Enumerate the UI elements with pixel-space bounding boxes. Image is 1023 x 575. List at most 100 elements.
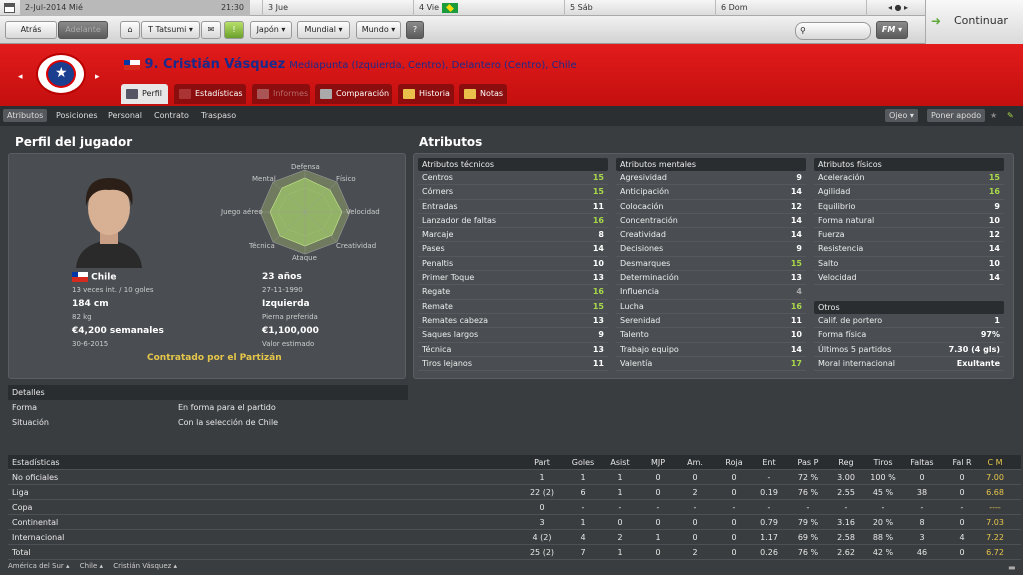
attribute-row[interactable]: Resistencia 14	[814, 242, 1004, 257]
back-button[interactable]: Atrás	[5, 21, 57, 39]
attribute-row[interactable]: Regate 16	[418, 285, 608, 300]
club-badge[interactable]	[36, 53, 86, 95]
subnav-posiciones[interactable]: Posiciones	[56, 111, 98, 120]
attribute-row[interactable]: Tiros lejanos 11	[418, 357, 608, 372]
attribute-row[interactable]: Córners 15	[418, 185, 608, 200]
stats-row[interactable]: Continental 3 1 0 0 0 0 0.79 79 % 3.16 20 % 8 0 7.03	[8, 515, 1021, 530]
attribute-row[interactable]: Creatividad 14	[616, 228, 806, 243]
nationality[interactable]: Chile	[72, 272, 116, 283]
notification-icon[interactable]: !	[224, 21, 244, 39]
tab-notas[interactable]: Notas	[459, 84, 507, 104]
day-5[interactable]: 5 Sáb	[564, 0, 714, 16]
stats-row[interactable]: Total 25 (2) 7 1 0 2 0 0.26 76 % 2.62 42 % 46 0 6.72	[8, 545, 1021, 560]
attribute-row[interactable]: Anticipación 14	[616, 185, 806, 200]
attribute-row[interactable]: Pases 14	[418, 242, 608, 257]
chat-icon[interactable]: ▬	[1008, 563, 1016, 572]
breadcrumb-region[interactable]: América del Sur ▴	[8, 562, 70, 570]
breadcrumb-player[interactable]: Cristián Vásquez ▴	[113, 562, 177, 570]
prev-player-icon[interactable]: ◂	[18, 72, 23, 82]
attribute-row[interactable]: Últimos 5 partidos 7.30 (4 gls)	[814, 343, 1004, 357]
home-icon[interactable]: ⌂	[120, 21, 140, 39]
tab-comparacion[interactable]: Comparación	[315, 84, 392, 104]
help-button[interactable]: ?	[406, 21, 424, 39]
attribute-row[interactable]: Determinación 13	[616, 271, 806, 286]
attribute-row[interactable]: Forma natural 10	[814, 214, 1004, 229]
stats-row[interactable]: Internacional 4 (2) 4 2 1 0 0 1.17 69 % 2.58 88 % 3…	[8, 530, 1021, 545]
star-icon[interactable]: ★	[990, 111, 997, 120]
attribute-row[interactable]: Técnica 13	[418, 343, 608, 357]
day-6[interactable]: 6 Dom	[715, 0, 865, 16]
attribute-row[interactable]: Fuerza 12	[814, 228, 1004, 243]
attribute-row[interactable]: Talento 10	[616, 328, 806, 343]
subnav-traspaso[interactable]: Traspaso	[201, 111, 236, 120]
forward-button[interactable]: Adelante	[58, 21, 108, 39]
mundo-menu[interactable]: Mundo ▾	[356, 21, 401, 39]
search-input[interactable]: ⚲	[795, 22, 871, 40]
breadcrumb-nation[interactable]: Chile ▴	[80, 562, 103, 570]
attribute-name: Tiros lejanos	[422, 358, 472, 368]
contract-status[interactable]: Contratado por el Partizán	[147, 353, 282, 363]
attribute-row[interactable]: Aceleración 15	[814, 171, 1004, 186]
nickname-button[interactable]: Poner apodo	[927, 109, 986, 122]
attribute-name: Resistencia	[818, 244, 864, 254]
attribute-row[interactable]: Colocación 12	[616, 200, 806, 214]
attribute-row[interactable]: Saques largos 9	[418, 328, 608, 343]
calendar-nav[interactable]: ◂ ● ▸	[866, 0, 924, 16]
attribute-row[interactable]: Agresividad 9	[616, 171, 806, 186]
next-player-icon[interactable]: ▸	[95, 72, 100, 82]
stats-cell: 7.22	[986, 533, 1004, 542]
subnav-atributos[interactable]: Atributos	[3, 109, 48, 122]
attribute-row[interactable]: Lanzador de faltas 16	[418, 214, 608, 229]
fm-menu[interactable]: FM ▾	[876, 21, 908, 39]
stats-cell: 1	[580, 518, 586, 527]
other-attributes: Otros Calif. de portero 1 Forma física 97% Úl…	[814, 301, 1004, 372]
scout-menu[interactable]: Ojeo ▾	[885, 109, 918, 122]
stats-cell: 7.00	[986, 473, 1004, 482]
attribute-row[interactable]: Decisiones 9	[616, 242, 806, 257]
world-cup-menu[interactable]: Mundial ▾	[297, 21, 350, 39]
tab-perfil[interactable]: Perfil	[121, 84, 168, 104]
attribute-row[interactable]: Forma física 97%	[814, 328, 1004, 343]
attribute-row[interactable]: Lucha 16	[616, 300, 806, 314]
continue-button[interactable]: ➜ Continuar	[925, 0, 1023, 44]
attribute-row[interactable]: Moral internacional Exultante	[814, 357, 1004, 372]
attribute-row[interactable]: Salto 10	[814, 257, 1004, 272]
attribute-row[interactable]: Centros 15	[418, 171, 608, 186]
attribute-value: 8	[598, 230, 604, 240]
manager-menu[interactable]: T Tatsumi ▾	[141, 21, 200, 39]
mail-icon[interactable]: ✉	[201, 21, 221, 39]
attribute-row[interactable]: Remate 15	[418, 300, 608, 314]
tab-historia[interactable]: Historia	[398, 84, 454, 104]
edit-icon[interactable]: ✎	[1007, 111, 1014, 120]
attribute-row[interactable]: Valentía 17	[616, 357, 806, 372]
attribute-row[interactable]: Concentración 14	[616, 214, 806, 229]
attribute-row[interactable]: Primer Toque 13	[418, 271, 608, 286]
subnav-contrato[interactable]: Contrato	[154, 111, 189, 120]
attribute-row[interactable]: Entradas 11	[418, 200, 608, 214]
attribute-row[interactable]: Desmarques 15	[616, 257, 806, 272]
stats-row[interactable]: Copa 0- - - - - - - - - - - ----	[8, 500, 1021, 515]
subnav-personal[interactable]: Personal	[108, 111, 142, 120]
stats-row[interactable]: No oficiales 1 1 1 0 0 0-72 % 3.00 100 % 0 0 7.00	[8, 470, 1021, 485]
current-date[interactable]: 2-Jul-2014 Mié 21:30	[20, 0, 250, 16]
tab-estadisticas[interactable]: Estadísticas	[174, 84, 246, 104]
tab-informes[interactable]: Informes	[252, 84, 310, 104]
stats-column-header: Asist	[610, 458, 630, 467]
attribute-row[interactable]: Penaltis 10	[418, 257, 608, 272]
stats-row[interactable]: Liga 22 (2) 6 1 0 2 0 0.19 76 % 2.55 45 % 38 0 6.68	[8, 485, 1021, 500]
attribute-row[interactable]: Calif. de portero 1	[814, 314, 1004, 329]
attribute-row[interactable]: Marcaje 8	[418, 228, 608, 243]
japan-menu[interactable]: Japón ▾	[250, 21, 292, 39]
attribute-row[interactable]: Velocidad 14	[814, 271, 1004, 286]
calendar-icon[interactable]	[4, 3, 15, 13]
attribute-row[interactable]: Remates cabeza 13	[418, 314, 608, 329]
stats-cell: ----	[989, 503, 1001, 512]
day-4[interactable]: 4 Vie	[413, 0, 563, 16]
day-3[interactable]: 3 Jue	[262, 0, 412, 16]
attribute-row[interactable]: Influencia 4	[616, 285, 806, 300]
attribute-row[interactable]: Serenidad 11	[616, 314, 806, 329]
attribute-row[interactable]: Equilibrio 9	[814, 200, 1004, 214]
attribute-row[interactable]: Agilidad 16	[814, 185, 1004, 200]
stats-cell: Internacional	[12, 533, 65, 542]
attribute-row[interactable]: Trabajo equipo 14	[616, 343, 806, 357]
